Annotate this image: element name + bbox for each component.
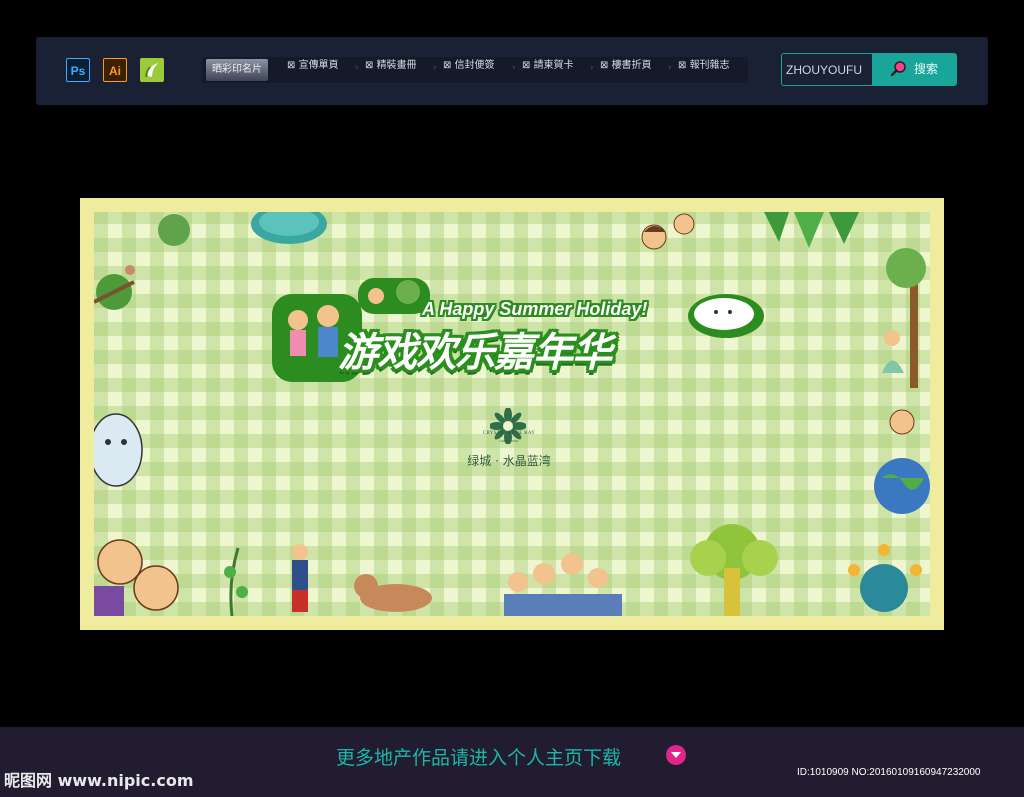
nav-item-brochure[interactable]: ⊠ 精裝畫冊 (365, 57, 417, 83)
nav-separator: › (355, 63, 359, 73)
photoshop-icon[interactable]: Ps (66, 58, 90, 82)
green-trees-icon (764, 212, 859, 248)
kid-on-globe-icon (874, 409, 930, 514)
dog-cartoon-icon (354, 574, 432, 612)
illustrator-icon[interactable]: Ai (103, 58, 127, 82)
event-subtitle: A Happy Summer Holiday! (422, 299, 648, 319)
kids-faces-icon (94, 539, 179, 616)
nav-item-envelope[interactable]: ⊠ 信封便簽 (443, 57, 495, 83)
tree-kid-icon (358, 278, 430, 314)
more-works-link[interactable]: 更多地产作品请进入个人主页下载 (336, 743, 621, 770)
footer-bar: 更多地产作品请进入个人主页下载 昵图网 www.nipic.com ID:101… (0, 727, 1024, 797)
top-toolbar: Ps Ai 晒彩印名片 ⊠ 宣傳單頁 › ⊠ 精裝畫冊 › ⊠ 信封便簽 › ⊠… (36, 37, 988, 105)
image-id-text: ID:1010909 NO:20160109160947232000 (797, 767, 981, 778)
logo-chinese-name: 绿城 · 水晶蓝湾 (467, 454, 551, 468)
smiling-cloud-icon (688, 294, 764, 338)
boy-watering-plant-icon (224, 544, 308, 616)
logo-sub-name: GREENTOWN (499, 439, 519, 443)
nav-separator: › (668, 63, 672, 73)
site-watermark: 昵图网 www.nipic.com (4, 771, 194, 790)
logo-english-name: CRYSTAL BLUE BAY (482, 431, 536, 436)
tree-branch-icon (94, 214, 190, 310)
coreldraw-icon[interactable] (140, 58, 164, 82)
nav-separator: › (512, 63, 516, 73)
nav-item-flyer[interactable]: ⊠ 宣傳單頁 (287, 57, 339, 83)
nav-item-business-card[interactable]: 晒彩印名片 (206, 59, 268, 81)
kids-cartoon-icon (641, 213, 695, 250)
chevron-down-icon[interactable] (665, 744, 687, 766)
design-preview: A Happy Summer Holiday! 游戏欢乐嘉年华 CRYSTAL … (80, 198, 944, 630)
nav-item-magazine[interactable]: ⊠ 報刊雜志 (678, 57, 730, 83)
event-title: 游戏欢乐嘉年华 (338, 330, 612, 376)
checkered-background: A Happy Summer Holiday! 游戏欢乐嘉年华 CRYSTAL … (94, 212, 930, 616)
search-button[interactable]: 搜索 (872, 54, 956, 85)
nav-separator: › (590, 63, 594, 73)
globe-people-icon (848, 544, 922, 612)
monster-cartoon-icon (94, 413, 143, 487)
search-icon (890, 61, 906, 77)
big-tree-icon (690, 524, 778, 616)
cloud-icon (251, 212, 327, 244)
tree-girl-icon (882, 248, 926, 388)
search-input[interactable] (782, 54, 872, 85)
nav-item-folding[interactable]: ⊠ 樓書折頁 (600, 57, 652, 83)
people-group-icon (504, 553, 622, 616)
nav-item-invitation[interactable]: ⊠ 請柬賀卡 (522, 57, 574, 83)
category-nav: 晒彩印名片 ⊠ 宣傳單頁 › ⊠ 精裝畫冊 › ⊠ 信封便簽 › ⊠ 請柬賀卡 … (202, 57, 748, 83)
nav-separator: › (433, 63, 437, 73)
search-box: 搜索 (781, 53, 957, 86)
